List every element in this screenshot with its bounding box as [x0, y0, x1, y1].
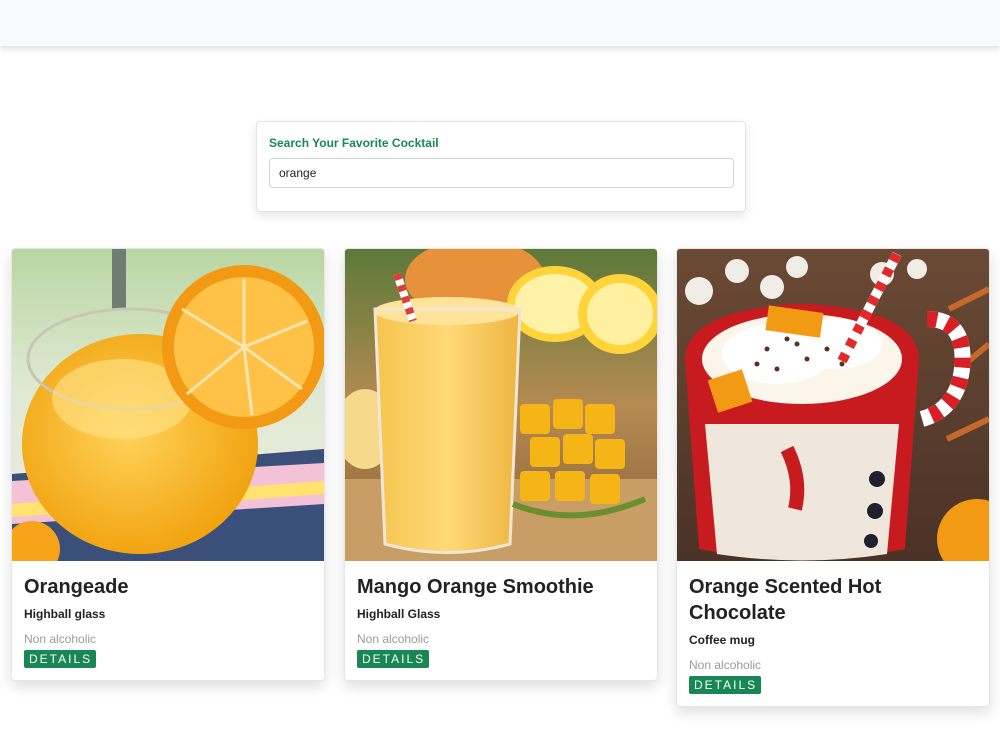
search-input[interactable]: [269, 158, 734, 188]
drink-image[interactable]: [677, 249, 989, 561]
search-card: Search Your Favorite Cocktail: [256, 121, 746, 212]
drink-image[interactable]: [345, 249, 657, 561]
drink-card-orangeade: Orangeade Highball glass Non alcoholic D…: [11, 248, 325, 681]
drink-alcoholic-type: Non alcoholic: [24, 632, 97, 646]
search-label: Search Your Favorite Cocktail: [269, 136, 439, 150]
drink-alcoholic-type: Non alcoholic: [357, 632, 430, 646]
drink-card-orange-scented-hot-chocolate: Orange Scented Hot Chocolate Coffee mug …: [676, 248, 990, 707]
details-button[interactable]: DETAILS: [24, 650, 97, 668]
drink-name: Mango Orange Smoothie: [357, 576, 594, 598]
drink-image[interactable]: [12, 249, 324, 561]
drink-name: Orangeade: [24, 576, 129, 598]
drink-name: Orange Scented Hot Chocolate: [689, 576, 882, 624]
details-button[interactable]: DETAILS: [689, 676, 762, 694]
details-button[interactable]: DETAILS: [357, 650, 430, 668]
drink-glass: Coffee mug: [689, 633, 755, 647]
drink-alcoholic-type: Non alcoholic: [689, 658, 762, 672]
drink-glass: Highball Glass: [357, 607, 441, 621]
drink-glass: Highball glass: [24, 607, 106, 621]
top-navbar: [0, 0, 1000, 46]
drink-card-mango-orange-smoothie: Mango Orange Smoothie Highball Glass Non…: [344, 248, 658, 681]
